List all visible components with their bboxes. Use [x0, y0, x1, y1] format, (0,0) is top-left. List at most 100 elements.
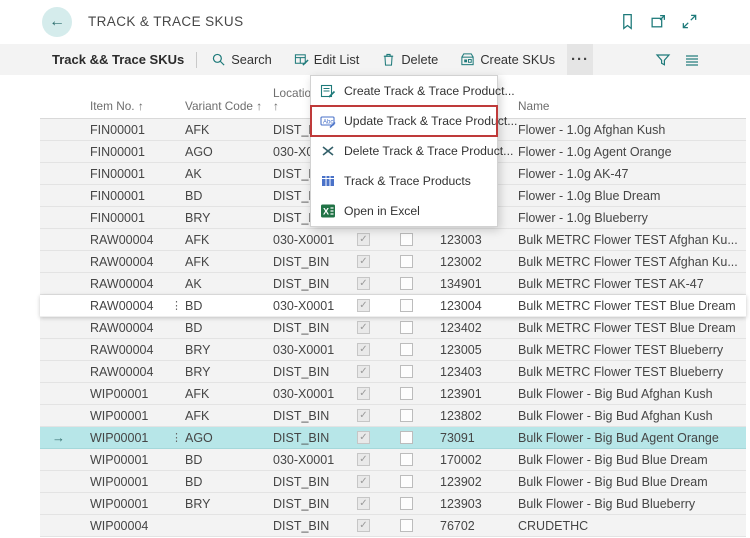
- item-no-cell[interactable]: FIN00001: [90, 123, 168, 137]
- name-cell[interactable]: Flower - 1.0g Afghan Kush: [518, 123, 746, 137]
- variant-code-cell[interactable]: AFK: [185, 409, 273, 423]
- item-no-cell[interactable]: WIP00004: [90, 519, 168, 533]
- unchecked-checkbox[interactable]: [400, 431, 413, 444]
- item-no-cell[interactable]: FIN00001: [90, 189, 168, 203]
- create-skus-action[interactable]: Create SKUs: [460, 52, 555, 67]
- location-code-cell[interactable]: DIST_BIN: [273, 431, 357, 445]
- location-code-cell[interactable]: DIST_BIN: [273, 475, 357, 489]
- name-cell[interactable]: Bulk Flower - Big Bud Blue Dream: [518, 453, 746, 467]
- checked-checkbox[interactable]: [357, 431, 370, 444]
- unchecked-checkbox[interactable]: [400, 519, 413, 532]
- item-no-cell[interactable]: RAW00004: [90, 299, 168, 313]
- checked-checkbox[interactable]: [357, 321, 370, 334]
- variant-code-cell[interactable]: BD: [185, 475, 273, 489]
- item-no-cell[interactable]: RAW00004: [90, 321, 168, 335]
- name-cell[interactable]: Flower - 1.0g Blue Dream: [518, 189, 746, 203]
- table-row[interactable]: RAW00004⋮BD030-X0001123004Bulk METRC Flo…: [40, 295, 746, 317]
- unchecked-checkbox[interactable]: [400, 409, 413, 422]
- item-no-cell[interactable]: RAW00004: [90, 365, 168, 379]
- table-row[interactable]: RAW00004BDDIST_BIN123402Bulk METRC Flowe…: [40, 317, 746, 339]
- variant-code-cell[interactable]: AGO: [185, 145, 273, 159]
- location-code-cell[interactable]: DIST_BIN: [273, 321, 357, 335]
- checked-checkbox[interactable]: [357, 277, 370, 290]
- unchecked-checkbox[interactable]: [400, 277, 413, 290]
- table-row[interactable]: WIP00004DIST_BIN76702CRUDETHC: [40, 515, 746, 537]
- variant-code-cell[interactable]: BRY: [185, 343, 273, 357]
- name-cell[interactable]: Bulk METRC Flower TEST Afghan Ku...: [518, 255, 746, 269]
- checked-checkbox[interactable]: [357, 299, 370, 312]
- variant-code-cell[interactable]: AFK: [185, 387, 273, 401]
- variant-code-cell[interactable]: BD: [185, 299, 273, 313]
- checked-checkbox[interactable]: [357, 519, 370, 532]
- name-cell[interactable]: Bulk METRC Flower TEST Afghan Ku...: [518, 233, 746, 247]
- sku-no-cell[interactable]: 76702: [440, 519, 518, 533]
- name-cell[interactable]: Bulk Flower - Big Bud Afghan Kush: [518, 409, 746, 423]
- unchecked-checkbox[interactable]: [400, 365, 413, 378]
- variant-code-cell[interactable]: AFK: [185, 123, 273, 137]
- name-cell[interactable]: Flower - 1.0g Blueberry: [518, 211, 746, 225]
- variant-code-cell[interactable]: BD: [185, 189, 273, 203]
- item-no-cell[interactable]: RAW00004: [90, 343, 168, 357]
- name-cell[interactable]: Bulk METRC Flower TEST Blueberry: [518, 365, 746, 379]
- item-no-cell[interactable]: RAW00004: [90, 255, 168, 269]
- menu-item-create-track-trace-product[interactable]: Create Track & Trace Product...: [311, 76, 497, 106]
- item-no-cell[interactable]: WIP00001: [90, 409, 168, 423]
- name-cell[interactable]: CRUDETHC: [518, 519, 746, 533]
- item-no-cell[interactable]: FIN00001: [90, 145, 168, 159]
- name-cell[interactable]: Bulk METRC Flower TEST Blue Dream: [518, 321, 746, 335]
- checked-checkbox[interactable]: [357, 453, 370, 466]
- row-selected-arrow-icon[interactable]: →: [40, 430, 90, 445]
- location-code-cell[interactable]: DIST_BIN: [273, 277, 357, 291]
- item-no-cell[interactable]: WIP00001: [90, 475, 168, 489]
- table-row[interactable]: RAW00004BRYDIST_BIN123403Bulk METRC Flow…: [40, 361, 746, 383]
- menu-item-delete-track-trace-product[interactable]: Delete Track & Trace Product...: [311, 136, 497, 166]
- name-cell[interactable]: Bulk METRC Flower TEST Blueberry: [518, 343, 746, 357]
- sku-no-cell[interactable]: 123802: [440, 409, 518, 423]
- location-code-cell[interactable]: 030-X0001: [273, 453, 357, 467]
- unchecked-checkbox[interactable]: [400, 255, 413, 268]
- bookmark-icon[interactable]: [619, 13, 636, 30]
- unchecked-checkbox[interactable]: [400, 387, 413, 400]
- variant-code-cell[interactable]: BRY: [185, 365, 273, 379]
- table-row[interactable]: →WIP00001⋮AGODIST_BIN73091Bulk Flower - …: [40, 427, 746, 449]
- unchecked-checkbox[interactable]: [400, 343, 413, 356]
- item-no-cell[interactable]: WIP00001: [90, 453, 168, 467]
- name-cell[interactable]: Flower - 1.0g Agent Orange: [518, 145, 746, 159]
- checked-checkbox[interactable]: [357, 255, 370, 268]
- item-no-cell[interactable]: WIP00001: [90, 497, 168, 511]
- name-cell[interactable]: Bulk METRC Flower TEST Blue Dream: [518, 299, 746, 313]
- checked-checkbox[interactable]: [357, 497, 370, 510]
- variant-code-cell[interactable]: BD: [185, 453, 273, 467]
- location-code-cell[interactable]: DIST_BIN: [273, 409, 357, 423]
- sku-no-cell[interactable]: 123004: [440, 299, 518, 313]
- table-row[interactable]: WIP00001 AFKDIST_BIN 123802Bulk Flower - B…: [40, 405, 746, 427]
- checked-checkbox[interactable]: [357, 343, 370, 356]
- more-options-button[interactable]: ···: [567, 44, 593, 75]
- sku-no-cell[interactable]: 123903: [440, 497, 518, 511]
- sku-no-cell[interactable]: 123005: [440, 343, 518, 357]
- variant-code-cell[interactable]: AFK: [185, 233, 273, 247]
- unchecked-checkbox[interactable]: [400, 453, 413, 466]
- name-cell[interactable]: Bulk Flower - Big Bud Blue Dream: [518, 475, 746, 489]
- unchecked-checkbox[interactable]: [400, 233, 413, 246]
- edit-list-action[interactable]: Edit List: [294, 52, 360, 67]
- variant-code-cell[interactable]: BRY: [185, 497, 273, 511]
- column-header-name[interactable]: Name: [518, 100, 746, 118]
- menu-item-open-in-excel[interactable]: XOpen in Excel: [311, 196, 497, 226]
- location-code-cell[interactable]: DIST_BIN: [273, 365, 357, 379]
- location-code-cell[interactable]: 030-X0001: [273, 233, 357, 247]
- table-row[interactable]: WIP00001AFK030-X0001123901Bulk Flower - …: [40, 383, 746, 405]
- checked-checkbox[interactable]: [357, 233, 370, 246]
- unchecked-checkbox[interactable]: [400, 497, 413, 510]
- location-code-cell[interactable]: DIST_BIN: [273, 497, 357, 511]
- row-ellipsis-icon[interactable]: ⋮: [168, 299, 185, 312]
- column-header-variant-code[interactable]: Variant Code ↑: [185, 100, 273, 118]
- list-options-icon[interactable]: [684, 52, 700, 68]
- menu-item-update-track-trace-product[interactable]: AbcUpdate Track & Trace Product...: [311, 106, 497, 136]
- table-row[interactable]: WIP00001BD030-X0001170002Bulk Flower - B…: [40, 449, 746, 471]
- variant-code-cell[interactable]: AGO: [185, 431, 273, 445]
- table-row[interactable]: RAW00004AKDIST_BIN134901Bulk METRC Flowe…: [40, 273, 746, 295]
- checked-checkbox[interactable]: [357, 475, 370, 488]
- checked-checkbox[interactable]: [357, 387, 370, 400]
- item-no-cell[interactable]: FIN00001: [90, 167, 168, 181]
